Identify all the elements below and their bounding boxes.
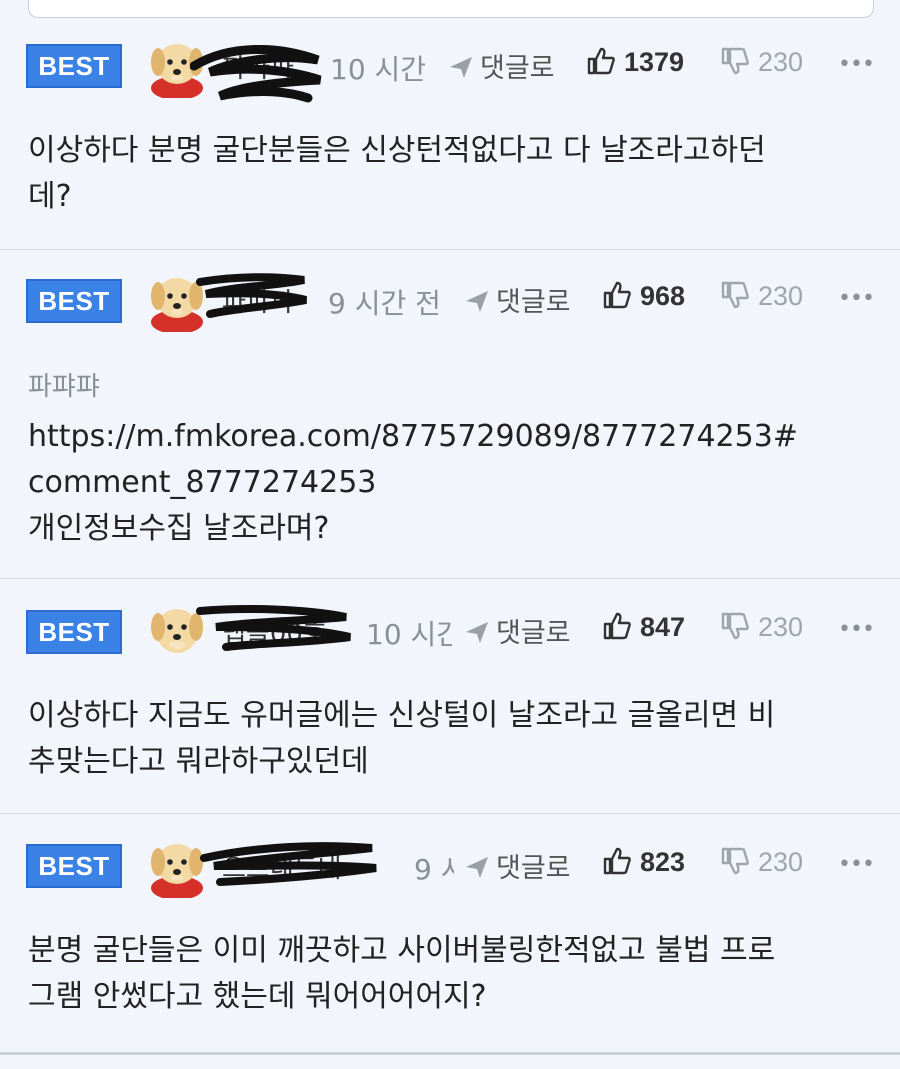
puppy-avatar-icon[interactable] [146,834,208,898]
downvote-count: 230 [758,612,804,642]
upvote-button[interactable]: 1379 [586,46,684,78]
comment-body: 분명 굴단들은 이미 깨끗하고 사이버불링한적없고 불법 프로 그램 안썼다고 … [28,928,878,1020]
comment-text-line: 그램 안썼다고 했는데 뭐어어어어지? [28,979,487,1014]
thumbs-up-icon [587,47,615,75]
downvote-count: 230 [758,281,804,311]
redaction-scribble [190,45,322,103]
comment-item: BEST 파퍄퍄 9 시간 전 댓글로 968 230 ••• 파퍄퍄 http… [0,250,900,579]
thumbs-down-icon [721,847,749,875]
comment-time: 9 시간 [414,853,454,886]
downvote-count: 230 [758,847,804,877]
downvote-button[interactable]: 230 [720,846,803,878]
reply-label: 댓글로 [496,618,571,649]
comment-text-line: 데? [28,179,72,214]
comment-link[interactable]: comment_8777274253 [28,460,878,506]
thumbs-down-icon [721,47,749,75]
best-badge: BEST [26,610,122,654]
more-options-button[interactable]: ••• [838,52,875,77]
more-options-button[interactable]: ••• [838,286,875,311]
comment-text-line: 추맞는다고 뭐라하구있던데 [28,744,369,779]
upvote-button[interactable]: 847 [602,611,685,643]
upvote-count: 968 [640,281,686,311]
comment-text-line: 개인정보수집 날조라며? [28,511,330,546]
redaction-scribble [200,842,377,886]
reply-label: 댓글로 [480,53,555,84]
comment-body: 이상하다 분명 굴단분들은 신상턴적없다고 다 날조라고하던 데? [28,128,878,220]
thumbs-down-icon [721,612,749,640]
thumbs-up-icon [603,847,631,875]
send-arrow-icon [466,622,488,643]
upvote-count: 1379 [624,47,685,77]
redaction-scribble [196,605,351,651]
thumbs-down-icon [721,281,749,309]
send-arrow-icon [466,291,488,312]
reply-button[interactable]: 댓글로 [448,46,555,85]
upvote-count: 847 [640,612,686,642]
reply-button[interactable]: 댓글로 [464,611,571,650]
comment-item: BEST 탭볼00호 10 시간 댓글로 847 230 ••• 이상하다 지금… [0,579,900,814]
upvote-button[interactable]: 968 [602,280,685,312]
quoted-nickname: 파퍄퍄 [28,372,100,402]
comment-text-line: 분명 굴단들은 이미 깨끗하고 사이버불링한적없고 불법 프로 [28,933,776,968]
downvote-count: 230 [758,47,804,77]
comment-text-line: 이상하다 지금도 유머글에는 신상털이 날조라고 글올리면 비 [28,698,776,733]
comment-body: 파퍄퍄 https://m.fmkorea.com/8775729089/877… [28,364,878,552]
best-badge: BEST [26,279,122,323]
thumbs-up-icon [603,612,631,640]
redaction-scribble [196,273,307,318]
best-badge: BEST [26,844,122,888]
best-badge: BEST [26,44,122,88]
reply-label: 댓글로 [496,853,571,884]
reply-label: 댓글로 [496,287,571,318]
comment-link[interactable]: https://m.fmkorea.com/8775729089/8777274… [28,414,878,460]
upvote-count: 823 [640,847,686,877]
reply-button[interactable]: 댓글로 [464,846,571,885]
comment-text-line: 이상하다 분명 굴단분들은 신상턴적없다고 다 날조라고하던 [28,133,766,168]
send-arrow-icon [450,57,472,78]
thumbs-up-icon [603,281,631,309]
send-arrow-icon [466,857,488,878]
downvote-button[interactable]: 230 [720,46,803,78]
more-options-button[interactable]: ••• [838,852,875,877]
more-options-button[interactable]: ••• [838,617,875,642]
comment-time: 9 시간 전 [328,287,441,320]
downvote-button[interactable]: 230 [720,280,803,312]
upvote-button[interactable]: 823 [602,846,685,878]
comment-time: 10 시간 [366,618,452,651]
comment-item: BEST 파파파 10 시간 댓글로 1379 230 ••• 이상하다 분명 … [0,16,900,250]
reply-button[interactable]: 댓글로 [464,280,571,319]
comment-time: 10 시간 [330,53,427,86]
comment-item: BEST 으르네드내 9 시간 댓글로 823 230 ••• 분명 굴단들은 … [0,814,900,1055]
downvote-button[interactable]: 230 [720,611,803,643]
comment-body: 이상하다 지금도 유머글에는 신상털이 날조라고 글올리면 비 추맞는다고 뭐라… [28,693,878,785]
